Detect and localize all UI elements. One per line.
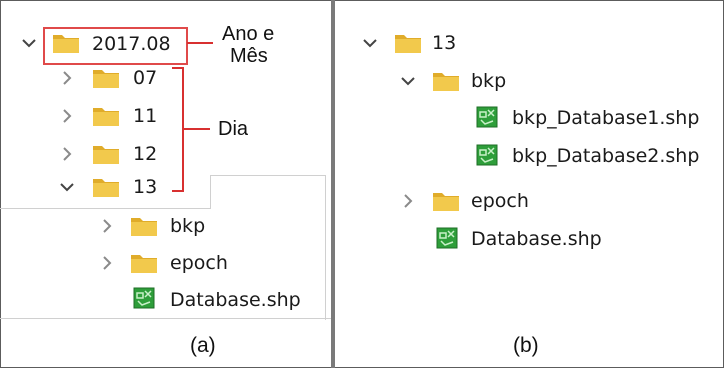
- tree-item-label: 07: [133, 67, 158, 89]
- tree-item-13[interactable]: 13: [133, 172, 157, 202]
- folder-icon: [131, 255, 157, 273]
- year-month-connector-line: [187, 42, 213, 44]
- tree-item-label: bkp: [471, 70, 507, 92]
- tree-item-07[interactable]: 07: [133, 63, 157, 93]
- panel-a-caption: (a): [190, 334, 216, 357]
- folder-icon: [433, 73, 459, 91]
- chevron-right-icon[interactable]: [92, 248, 122, 278]
- chevron-right-icon[interactable]: [393, 186, 423, 216]
- chevron-down-icon[interactable]: [14, 28, 44, 58]
- folder-icon: [131, 218, 157, 236]
- shapefile-icon: [476, 106, 498, 128]
- tree-item-epoch[interactable]: epoch: [170, 248, 228, 278]
- tree-item-12[interactable]: 12: [133, 139, 157, 169]
- tree-item-database-shp[interactable]: Database.shp: [471, 224, 602, 254]
- tree-item-label: epoch: [471, 190, 529, 212]
- tree-item-label: 13: [432, 32, 457, 54]
- tree-item-epoch[interactable]: epoch: [471, 186, 529, 216]
- annotation-box-side: [210, 175, 211, 209]
- shapefile-icon: [133, 287, 155, 309]
- folder-icon: [93, 146, 119, 164]
- chevron-down-icon[interactable]: [52, 172, 82, 202]
- tree-item-label: 11: [133, 105, 158, 127]
- tree-item-label: 2017.08: [92, 33, 171, 55]
- day-connector-line: [184, 128, 210, 130]
- panel-a-right-sep: [325, 175, 326, 320]
- chevron-right-icon[interactable]: [92, 211, 122, 241]
- tree-item-label: bkp: [170, 215, 206, 237]
- annotation-day: Dia: [218, 118, 249, 140]
- tree-item-bkp-database1-shp[interactable]: bkp_Database1.shp: [512, 103, 699, 133]
- panel-a-top-sep: [210, 175, 326, 176]
- tree-item-13[interactable]: 13: [432, 28, 456, 58]
- folder-icon: [93, 70, 119, 88]
- panel-divider: [331, 0, 335, 368]
- tree-item-label: epoch: [170, 252, 228, 274]
- tree-item-label: Database.shp: [471, 228, 602, 250]
- tree-item-label: Database.shp: [170, 289, 301, 311]
- annotation-box-bottom: [0, 208, 210, 209]
- folder-icon: [93, 179, 119, 197]
- shapefile-icon: [476, 144, 498, 166]
- folder-icon: [395, 35, 421, 53]
- chevron-right-icon[interactable]: [52, 101, 82, 131]
- annotation-year-month-line1: Ano e: [222, 23, 275, 45]
- tree-item-label: bkp_Database2.shp: [512, 145, 700, 167]
- chevron-right-icon[interactable]: [52, 63, 82, 93]
- chevron-down-icon[interactable]: [393, 66, 423, 96]
- annotation-year-month-line2: Mês: [230, 45, 268, 67]
- tree-item-bkp[interactable]: bkp: [471, 66, 506, 96]
- tree-item-database-shp[interactable]: Database.shp: [170, 285, 301, 315]
- chevron-down-icon[interactable]: [355, 28, 385, 58]
- tree-item-bkp-database2-shp[interactable]: bkp_Database2.shp: [512, 141, 699, 171]
- shapefile-icon: [436, 227, 458, 249]
- tree-item-label: 13: [133, 176, 158, 198]
- chevron-right-icon[interactable]: [52, 139, 82, 169]
- tree-item-label: 12: [133, 143, 158, 165]
- tree-item-label: bkp_Database1.shp: [512, 107, 700, 129]
- tree-item-11[interactable]: 11: [133, 101, 157, 131]
- tree-item-2017-08[interactable]: 2017.08: [92, 29, 171, 59]
- panel-a-bottom-sep: [0, 318, 331, 319]
- panel-b-caption: (b): [513, 334, 539, 357]
- tree-item-bkp[interactable]: bkp: [170, 211, 205, 241]
- folder-icon: [433, 193, 459, 211]
- day-bracket-bottom: [172, 190, 184, 192]
- folder-icon: [93, 108, 119, 126]
